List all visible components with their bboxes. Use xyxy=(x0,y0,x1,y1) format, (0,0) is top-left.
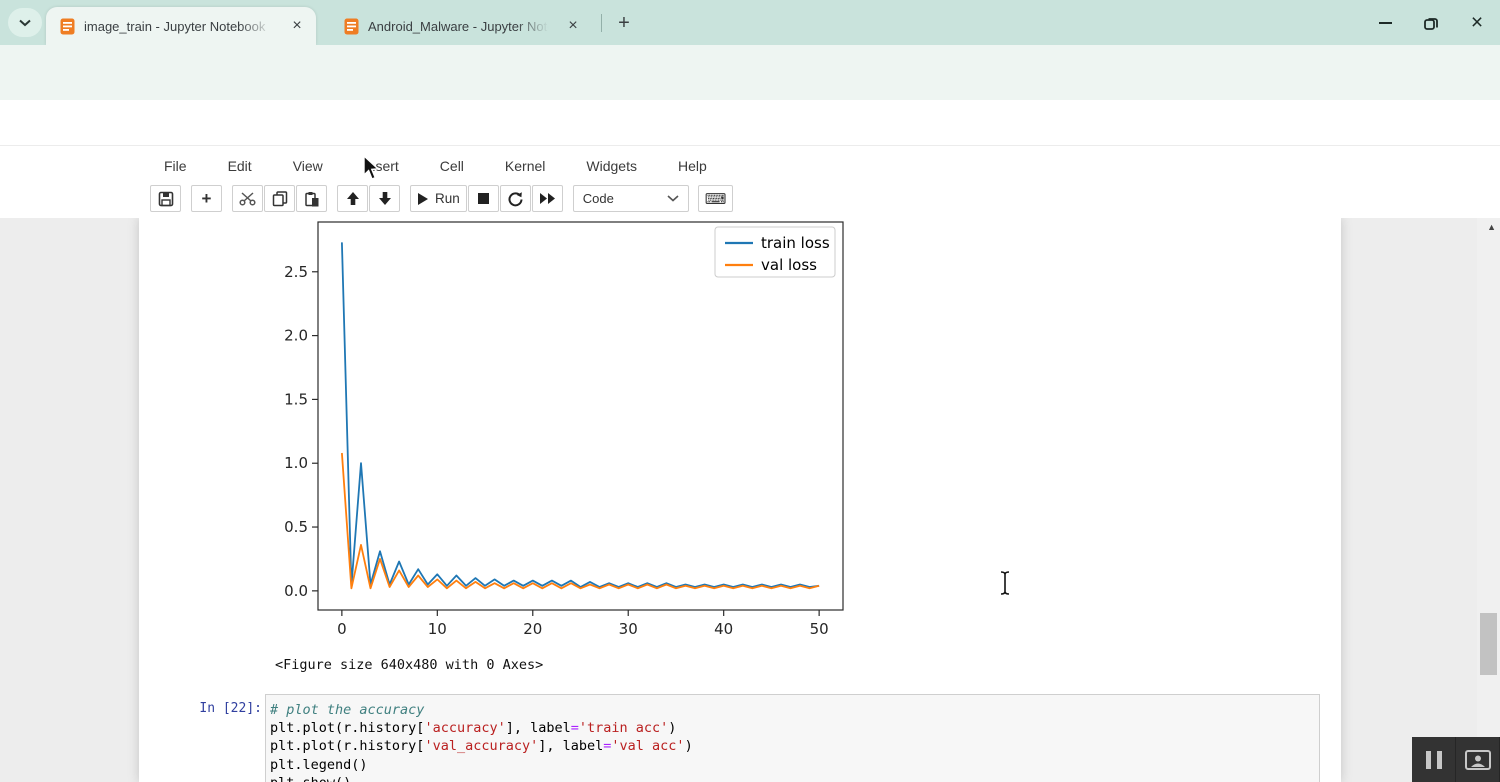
add-cell-button[interactable]: + xyxy=(191,185,222,212)
svg-text:2.0: 2.0 xyxy=(284,327,308,345)
notebook-content: 0 10 20 30 40 50 0.0 0.5 1.0 1.5 2.0 2.5 train loss v… xyxy=(139,218,1341,782)
paste-icon xyxy=(304,191,320,207)
restart-run-all-button[interactable] xyxy=(532,185,563,212)
tab-title: Android_Malware - Jupyter Notebook xyxy=(368,19,554,34)
pause-icon xyxy=(1423,751,1445,769)
save-button[interactable] xyxy=(150,185,181,212)
stop-icon xyxy=(477,192,490,205)
run-button[interactable]: Run xyxy=(410,185,467,212)
tab-title: image_train - Jupyter Notebook xyxy=(84,19,278,34)
chevron-down-icon xyxy=(18,19,32,27)
cut-cell-button[interactable] xyxy=(232,185,263,212)
loss-plot-figure: 0 10 20 30 40 50 0.0 0.5 1.0 1.5 2.0 2.5 train loss v… xyxy=(275,219,850,639)
media-control-overlay xyxy=(1412,737,1500,782)
page-scrollbar[interactable]: ▲ xyxy=(1477,218,1500,782)
svg-text:1.5: 1.5 xyxy=(284,390,308,408)
paste-cell-button[interactable] xyxy=(296,185,327,212)
svg-text:2.5: 2.5 xyxy=(284,263,308,281)
fast-forward-icon xyxy=(539,192,556,205)
jupyter-notebook-favicon xyxy=(60,18,75,35)
cell-code-editor[interactable]: # plot the accuracyplt.plot(r.history['a… xyxy=(265,694,1320,782)
menu-edit[interactable]: Edit xyxy=(214,158,266,174)
menu-widgets[interactable]: Widgets xyxy=(572,158,651,174)
arrow-down-icon xyxy=(378,191,392,206)
chevron-down-icon xyxy=(667,195,679,202)
tab-search-button[interactable] xyxy=(8,8,42,37)
copy-icon xyxy=(272,191,288,207)
screen: image_train - Jupyter Notebook × Android… xyxy=(0,0,1500,782)
svg-text:1.0: 1.0 xyxy=(284,454,308,472)
plus-icon: + xyxy=(202,189,212,209)
new-tab-button[interactable]: + xyxy=(610,9,638,37)
minimize-icon xyxy=(1379,22,1392,24)
cell-prompt: In [22]: xyxy=(139,694,265,716)
keyboard-icon: ⌨ xyxy=(705,190,727,208)
notebook-toolbar: + Run xyxy=(0,185,1500,218)
svg-text:40: 40 xyxy=(714,620,733,638)
picture-in-picture-icon xyxy=(1465,750,1491,770)
tab-close-icon[interactable]: × xyxy=(286,15,308,37)
command-palette-button[interactable]: ⌨ xyxy=(698,185,734,212)
window-close-button[interactable]: × xyxy=(1454,0,1500,45)
browser-tab-inactive[interactable]: Android_Malware - Jupyter Notebook × xyxy=(330,7,592,45)
move-cell-up-button[interactable] xyxy=(337,185,368,212)
menu-file[interactable]: File xyxy=(150,158,201,174)
svg-text:50: 50 xyxy=(810,620,829,638)
tab-close-icon[interactable]: × xyxy=(562,15,584,37)
svg-text:0.0: 0.0 xyxy=(284,582,308,600)
move-cell-down-button[interactable] xyxy=(369,185,400,212)
close-icon: × xyxy=(1471,12,1483,33)
notebook-menubar: File Edit View Insert Cell Kernel Widget… xyxy=(0,145,1500,186)
jupyter-notebook-favicon xyxy=(344,18,359,35)
window-restore-button[interactable] xyxy=(1408,0,1454,45)
restart-kernel-button[interactable] xyxy=(500,185,531,212)
arrow-up-icon xyxy=(346,191,360,206)
pause-button[interactable] xyxy=(1412,737,1455,782)
menu-kernel[interactable]: Kernel xyxy=(491,158,559,174)
play-icon xyxy=(417,192,429,206)
scrollbar-thumb[interactable] xyxy=(1480,613,1497,675)
jupyter-header: jupyter image_train Last Checkpoint: an … xyxy=(0,100,1500,145)
cell-type-value: Code xyxy=(583,191,614,206)
menu-insert[interactable]: Insert xyxy=(350,158,413,174)
browser-tab-active[interactable]: image_train - Jupyter Notebook × xyxy=(46,7,316,45)
scrollbar-up-icon[interactable]: ▲ xyxy=(1487,222,1496,232)
svg-text:val loss: val loss xyxy=(761,256,817,274)
svg-text:10: 10 xyxy=(428,620,447,638)
restore-icon xyxy=(1424,16,1438,30)
svg-text:20: 20 xyxy=(523,620,542,638)
figure-size-caption: <Figure size 640x480 with 0 Axes> xyxy=(275,657,543,673)
code-cell[interactable]: In [22]: # plot the accuracyplt.plot(r.h… xyxy=(139,694,1320,782)
scissors-icon xyxy=(239,191,256,206)
menu-view[interactable]: View xyxy=(279,158,337,174)
picture-in-picture-button[interactable] xyxy=(1456,737,1499,782)
restart-icon xyxy=(507,191,523,207)
notebook-scroll-area[interactable]: 0 10 20 30 40 50 0.0 0.5 1.0 1.5 2.0 2.5 train loss v… xyxy=(0,218,1500,782)
tab-divider xyxy=(601,14,602,32)
svg-text:0: 0 xyxy=(337,620,347,638)
window-controls: × xyxy=(1362,0,1500,45)
window-minimize-button[interactable] xyxy=(1362,0,1408,45)
browser-tab-strip: image_train - Jupyter Notebook × Android… xyxy=(0,0,1500,45)
interrupt-kernel-button[interactable] xyxy=(468,185,499,212)
svg-text:30: 30 xyxy=(619,620,638,638)
save-icon xyxy=(158,191,174,207)
menu-help[interactable]: Help xyxy=(664,158,721,174)
menu-cell[interactable]: Cell xyxy=(426,158,478,174)
svg-text:train loss: train loss xyxy=(761,234,830,252)
browser-toolbar: i localhost:8889/notebooks/image_train.i… xyxy=(0,45,1500,101)
cell-type-select[interactable]: Code xyxy=(573,185,689,212)
copy-cell-button[interactable] xyxy=(264,185,295,212)
svg-text:0.5: 0.5 xyxy=(284,518,308,536)
run-label: Run xyxy=(435,191,460,206)
